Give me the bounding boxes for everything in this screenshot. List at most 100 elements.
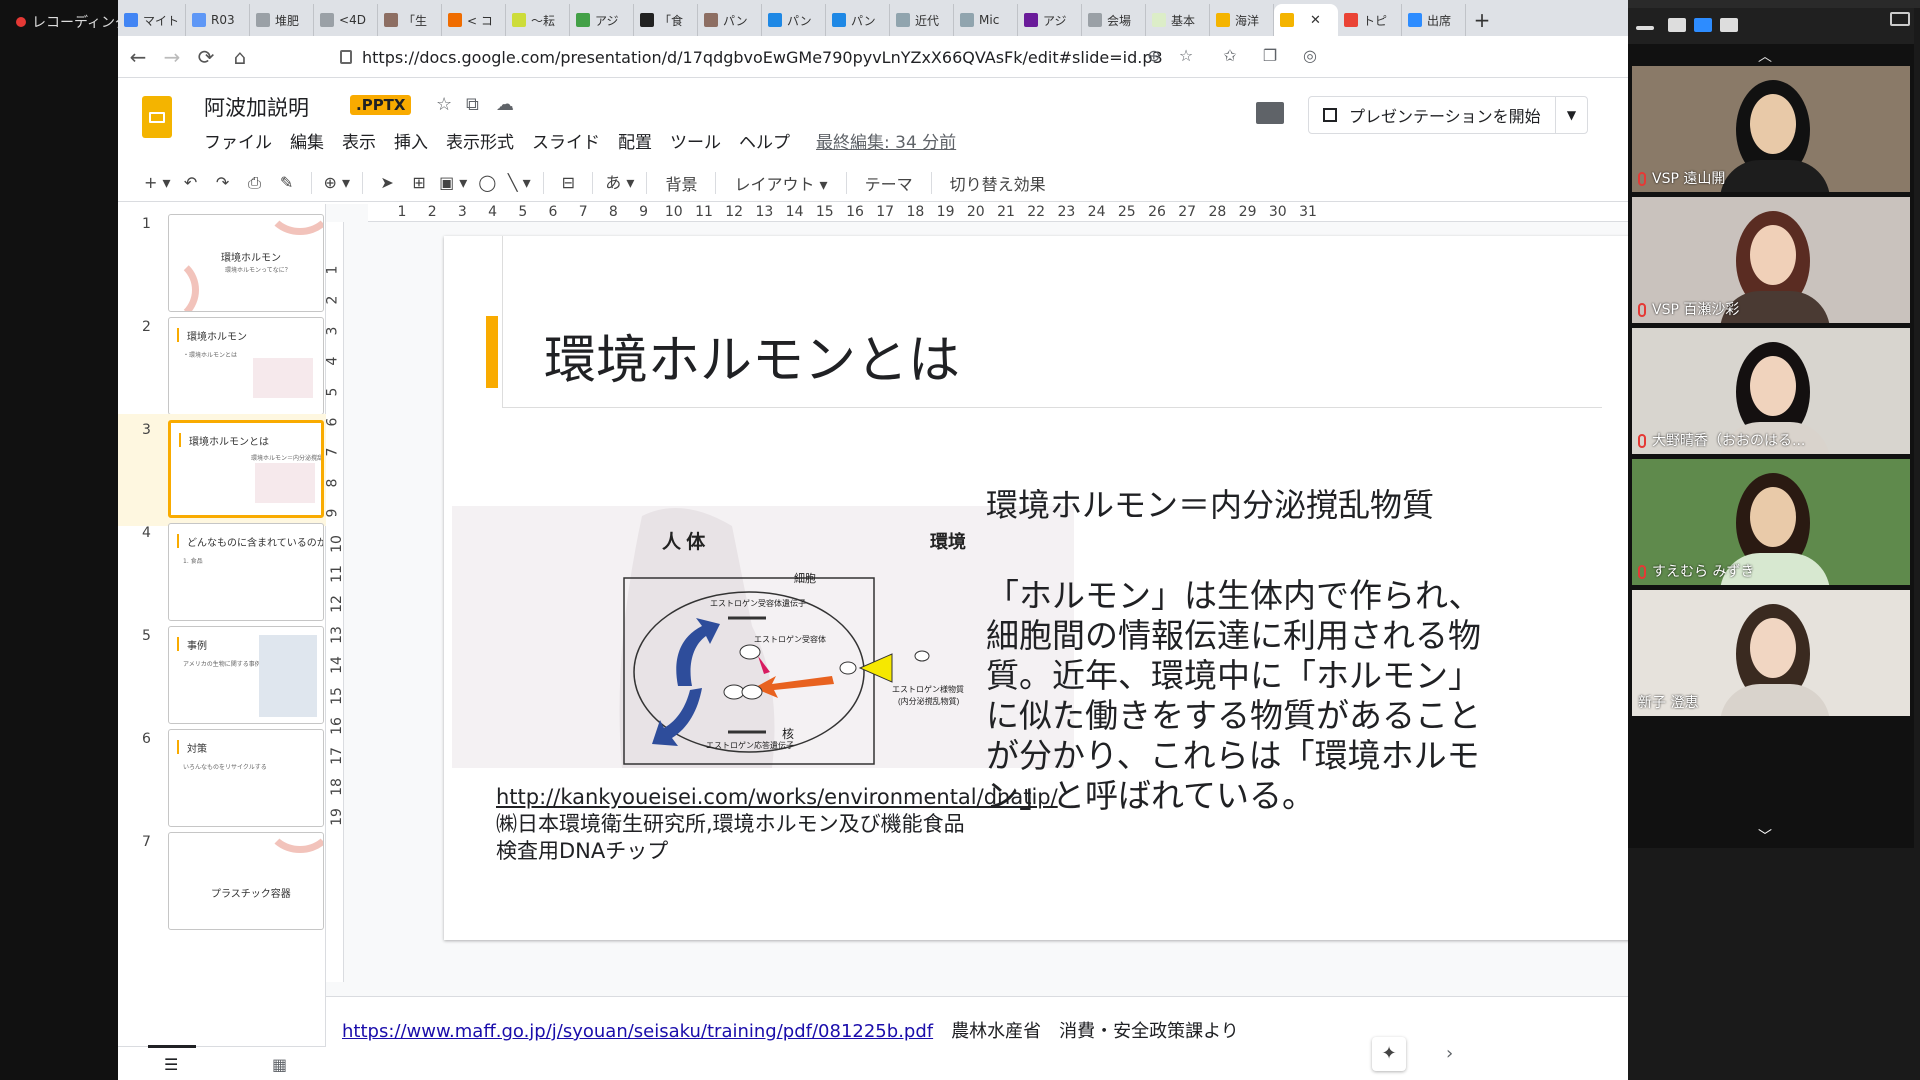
text-box-icon[interactable]: ⊞: [407, 169, 431, 197]
vertical-ruler: 1 2 3 4 5 6 7 8 9 10 11 12 13 14 15 16 17 18 19: [324, 222, 345, 982]
citation-link[interactable]: http://kankyoueisei.com/works/environmen…: [496, 785, 1058, 809]
slide-thumbnail[interactable]: 6 対策 いろんなものをリサイクルする: [118, 723, 326, 835]
menu-item[interactable]: スライド: [532, 128, 600, 153]
grid-view-icon[interactable]: ▦: [272, 1055, 287, 1074]
menu-item[interactable]: 挿入: [394, 128, 428, 153]
text-style-icon[interactable]: あ ▾: [605, 169, 634, 197]
slide-thumbnail[interactable]: 7 プラスチック容器: [118, 826, 326, 938]
browser-tab[interactable]: Mic: [954, 4, 1019, 36]
notes-link[interactable]: https://www.maff.go.jp/j/syouan/seisaku/…: [342, 1021, 933, 1042]
home-button[interactable]: ⌂: [226, 44, 254, 70]
menu-item[interactable]: ヘルプ: [739, 128, 790, 153]
transition-button[interactable]: 切り替え効果: [944, 171, 1052, 195]
favorites-icon[interactable]: ✩: [1218, 44, 1242, 68]
speaker-notes[interactable]: https://www.maff.go.jp/j/syouan/seisaku/…: [326, 996, 1628, 1080]
explore-icon[interactable]: ✦: [1372, 1037, 1406, 1071]
participant-video[interactable]: 新子 澄恵: [1632, 590, 1910, 716]
redo-icon[interactable]: ↷: [211, 169, 235, 197]
side-panel-chevron-icon[interactable]: ›: [1446, 1043, 1453, 1064]
scroll-down-icon[interactable]: ﹀: [1758, 826, 1772, 846]
bookmark-star-icon[interactable]: ☆: [1174, 44, 1198, 68]
new-tab-button[interactable]: +: [1466, 4, 1498, 36]
image-icon[interactable]: ▣ ▾: [439, 169, 467, 197]
present-button[interactable]: プレゼンテーションを開始 ▼: [1308, 96, 1588, 134]
document-title[interactable]: 阿波加説明: [204, 92, 309, 122]
list-view-icon[interactable]: ☰: [164, 1055, 178, 1074]
zoom-lens-icon[interactable]: ⊕: [1142, 44, 1166, 68]
view-grid-icon[interactable]: [1720, 18, 1738, 32]
browser-tab[interactable]: 「食: [634, 4, 699, 36]
collections-icon[interactable]: ❐: [1258, 44, 1282, 68]
browser-tab[interactable]: 海洋: [1210, 4, 1275, 36]
menu-item[interactable]: ファイル: [204, 128, 272, 153]
current-slide[interactable]: 環境ホルモンとは 人 体 環境 細胞 エストロゲン受容体遺伝子 エストロゲン受容…: [444, 236, 1684, 940]
browser-tab[interactable]: < コ: [442, 4, 507, 36]
slide-thumbnail[interactable]: 4 どんなものに含まれているのか 1. 食品: [118, 517, 326, 629]
browser-tab[interactable]: 会場: [1082, 4, 1147, 36]
scroll-up-icon[interactable]: ︿: [1758, 46, 1772, 66]
theme-button[interactable]: テーマ: [859, 171, 919, 195]
browser-tab[interactable]: パン: [698, 4, 763, 36]
view-strip-icon[interactable]: [1694, 18, 1712, 32]
browser-tab[interactable]: トピ: [1338, 4, 1403, 36]
shape-icon[interactable]: ◯: [475, 169, 499, 197]
participant-video[interactable]: すえむら みずき: [1632, 459, 1910, 585]
slide-thumbnail[interactable]: 1 環境ホルモン 環境ホルモンってなに？: [118, 208, 326, 320]
slide-thumbnail[interactable]: 3 環境ホルモンとは環境ホルモン＝内分泌撹乱物質: [118, 414, 326, 526]
zoom-icon[interactable]: ⊕ ▾: [324, 169, 351, 197]
participant-video[interactable]: 大野晴香（おおのはる...: [1632, 328, 1910, 454]
browser-tab[interactable]: <4D: [314, 4, 379, 36]
browser-tab[interactable]: ✕: [1274, 4, 1339, 36]
browser-tab[interactable]: 堆肥: [250, 4, 315, 36]
estrogen-diagram-image[interactable]: 人 体 環境 細胞 エストロゲン受容体遺伝子 エストロゲン受容体 核 エストロゲ…: [452, 506, 1074, 768]
last-edit-link[interactable]: 最終編集: 34 分前: [816, 128, 956, 153]
menu-item[interactable]: 表示: [342, 128, 376, 153]
forward-button[interactable]: →: [158, 44, 186, 70]
browser-tab[interactable]: 出席: [1402, 4, 1467, 36]
profile-icon[interactable]: ◎: [1298, 44, 1322, 68]
slide-title[interactable]: 環境ホルモンとは: [544, 318, 960, 393]
new-slide-icon[interactable]: + ▾: [144, 169, 171, 197]
filmstrip-view-toggle: ☰ ▦: [118, 1045, 326, 1080]
browser-tab[interactable]: 「生: [378, 4, 443, 36]
browser-tab[interactable]: パン: [762, 4, 827, 36]
browser-tab[interactable]: 近代: [890, 4, 955, 36]
tab-close-icon[interactable]: ✕: [1310, 13, 1321, 28]
minimize-icon[interactable]: [1636, 26, 1654, 30]
menu-item[interactable]: ツール: [670, 128, 721, 153]
slides-logo-icon[interactable]: [142, 96, 172, 138]
menu-item[interactable]: 編集: [290, 128, 324, 153]
menu-item[interactable]: 配置: [618, 128, 652, 153]
address-bar[interactable]: https://docs.google.com/presentation/d/1…: [328, 42, 1528, 72]
paint-format-icon[interactable]: ✎: [275, 169, 299, 197]
browser-tab[interactable]: アジ: [1018, 4, 1083, 36]
undo-icon[interactable]: ↶: [179, 169, 203, 197]
comment-history-icon[interactable]: [1256, 102, 1284, 124]
window-view-icon[interactable]: [1890, 12, 1910, 26]
browser-tab[interactable]: R03: [186, 4, 251, 36]
line-icon[interactable]: ╲ ▾: [507, 169, 531, 197]
background-button[interactable]: 背景: [659, 171, 703, 195]
view-single-icon[interactable]: [1668, 18, 1686, 32]
browser-tab[interactable]: パン: [826, 4, 891, 36]
menu-item[interactable]: 表示形式: [446, 128, 514, 153]
print-icon[interactable]: ⎙: [243, 169, 267, 197]
present-dropdown-icon[interactable]: ▼: [1555, 97, 1587, 133]
browser-tab[interactable]: アジ: [570, 4, 635, 36]
browser-tab[interactable]: マイト: [118, 4, 187, 36]
browser-tab[interactable]: 基本: [1146, 4, 1211, 36]
move-folder-icon[interactable]: ⧉: [466, 94, 479, 115]
participant-video[interactable]: VSP 遠山開: [1632, 66, 1910, 192]
layout-button[interactable]: レイアウト ▾: [728, 171, 833, 195]
participant-video[interactable]: VSP 百瀬沙彩: [1632, 197, 1910, 323]
slide-thumbnail[interactable]: 5 事例 アメリカの生物に関する事例: [118, 620, 326, 732]
slide-body-text[interactable]: 「ホルモン」は生体内で作られ、細胞間の情報伝達に利用される物質。近年、環境中に「…: [986, 576, 1506, 816]
reload-button[interactable]: ⟳: [192, 44, 220, 70]
slide-thumbnail[interactable]: 2 環境ホルモン ・環境ホルモンとは: [118, 311, 326, 423]
comment-add-icon[interactable]: ⊟: [556, 169, 580, 197]
star-icon[interactable]: ☆: [436, 94, 452, 115]
select-cursor-icon[interactable]: ➤: [375, 169, 399, 197]
slide-subheading[interactable]: 環境ホルモン＝内分泌撹乱物質: [986, 480, 1434, 526]
back-button[interactable]: ←: [124, 44, 152, 70]
browser-tab[interactable]: 〜耘: [506, 4, 571, 36]
